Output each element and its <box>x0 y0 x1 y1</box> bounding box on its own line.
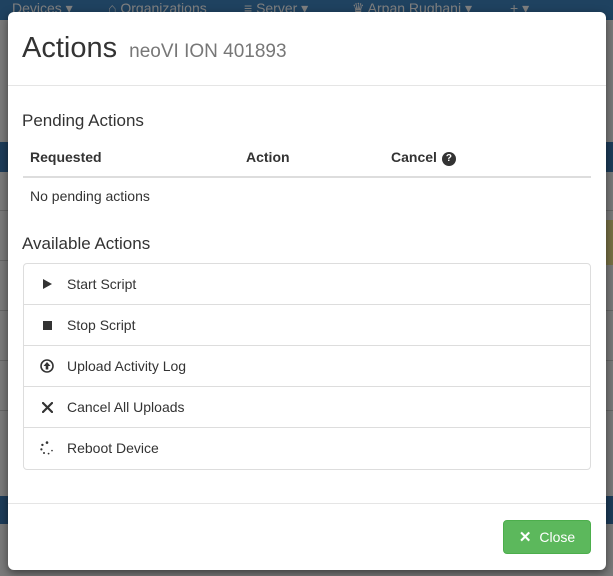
action-label: Reboot Device <box>67 440 159 456</box>
modal-title: Actions neoVI ION 401893 <box>22 32 287 65</box>
spinner-icon <box>40 441 54 455</box>
column-cancel: Cancel? <box>391 149 456 166</box>
action-label: Stop Script <box>67 317 136 333</box>
column-requested: Requested <box>30 149 102 165</box>
modal-title-text: Actions <box>22 32 118 64</box>
action-reboot-device[interactable]: Reboot Device <box>24 428 590 469</box>
device-name-subtitle: neoVI ION 401893 <box>129 41 287 62</box>
modal-header: Actions neoVI ION 401893 <box>8 12 606 86</box>
pending-actions-empty: No pending actions <box>30 188 150 204</box>
play-icon <box>40 277 54 291</box>
action-label: Cancel All Uploads <box>67 399 185 415</box>
action-label: Start Script <box>67 276 137 292</box>
upload-circle-icon <box>40 359 54 373</box>
action-stop-script[interactable]: Stop Script <box>24 305 590 346</box>
pending-actions-table-header: Requested Action Cancel? <box>23 145 591 178</box>
close-button[interactable]: ✕ Close <box>503 520 591 554</box>
available-actions-heading: Available Actions <box>22 234 151 253</box>
help-icon[interactable]: ? <box>441 151 456 166</box>
actions-modal: Actions neoVI ION 401893 Pending Actions… <box>8 12 606 570</box>
available-actions-list: Start Script Stop Script Upload Activity… <box>23 263 591 470</box>
close-icon: ✕ <box>518 529 532 546</box>
column-action: Action <box>246 149 290 165</box>
close-button-label: Close <box>539 529 576 545</box>
modal-footer: ✕ Close <box>8 503 606 570</box>
action-upload-activity-log[interactable]: Upload Activity Log <box>24 346 590 387</box>
stop-icon <box>40 318 54 332</box>
action-label: Upload Activity Log <box>67 358 187 374</box>
action-start-script[interactable]: Start Script <box>24 264 590 305</box>
pending-actions-heading: Pending Actions <box>22 111 144 130</box>
action-cancel-all-uploads[interactable]: Cancel All Uploads <box>24 387 590 428</box>
x-icon <box>40 400 54 414</box>
